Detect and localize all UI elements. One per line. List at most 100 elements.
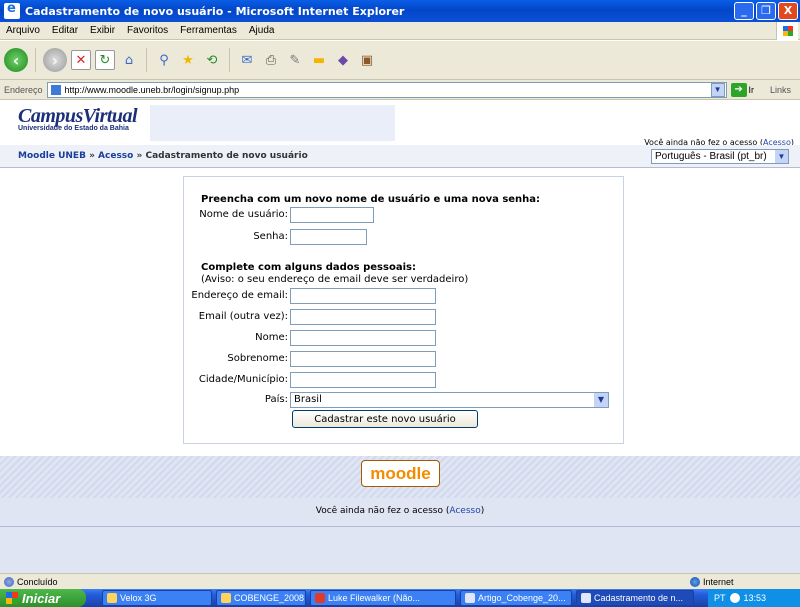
navigation-bar: Moodle UNEB » Acesso » Cadastramento de … [0,145,800,168]
messenger-icon[interactable]: ◆ [333,50,353,70]
windows-logo-icon [776,22,798,40]
status-bar: Concluído Internet [0,573,800,589]
signup-form: Preencha com um novo nome de usuário e u… [183,176,624,444]
email-confirm-label: Email (outra vez): [198,311,288,322]
language-select[interactable]: Português - Brasil (pt_br) ▼ [651,149,789,164]
forward-icon[interactable]: › [43,48,67,72]
address-label: Endereço [4,84,43,95]
footer-text: Você ainda não fez o acesso ( [315,506,450,516]
browser-toolbar: ‹ › ✕ ↻ ⌂ ⚲ ★ ⟲ ✉ ⎙ ✎ ▬ ◆ ▣ [0,41,800,80]
filewalker-icon [315,593,325,603]
address-dropdown-icon[interactable]: ▼ [710,82,725,97]
start-button[interactable]: Iniciar [0,589,86,607]
site-header: CampusVirtual Universidade do Estado da … [0,101,800,169]
page-done-icon [4,576,14,587]
breadcrumb-home[interactable]: Moodle UNEB [18,151,86,161]
menu-item-ferramentas[interactable]: Ferramentas [180,25,237,36]
menu-item-editar[interactable]: Editar [52,25,78,36]
close-button[interactable]: X [778,2,798,20]
chevron-down-icon: ▼ [594,393,608,407]
section-credentials-title: Preencha com um novo nome de usuário e u… [201,194,541,205]
address-url: http://www.moodle.uneb.br/login/signup.p… [64,84,240,95]
security-zone: Internet [690,576,734,587]
favorites-star-icon[interactable]: ★ [178,50,198,70]
window-title: Cadastramento de novo usuário - Microsof… [25,4,405,18]
search-icon[interactable]: ⚲ [154,50,174,70]
city-input[interactable] [290,372,436,388]
city-label: Cidade/Município: [198,374,288,385]
footer-login-info: Você ainda não fez o acesso (Acesso) [0,506,800,516]
toolbar-separator [229,48,230,72]
window-titlebar: Cadastramento de novo usuário - Microsof… [0,0,800,22]
menu-item-favoritos[interactable]: Favoritos [127,25,168,36]
task-label: Cadastramento de n... [594,593,684,603]
submit-signup-button[interactable]: Cadastrar este novo usuário [292,410,478,428]
taskbar-item-cadastramento[interactable]: Cadastramento de n... [576,590,694,606]
username-input[interactable] [290,207,374,223]
zone-text: Internet [703,576,734,587]
footer-divider [0,526,800,527]
history-icon[interactable]: ⟲ [202,50,222,70]
language-indicator[interactable]: PT [714,593,726,603]
address-input[interactable]: http://www.moodle.uneb.br/login/signup.p… [46,81,727,98]
country-value: Brasil [294,394,322,405]
maximize-button[interactable]: ❐ [756,2,776,20]
task-label: Velox 3G [120,593,157,603]
internet-zone-icon [690,576,700,587]
lastname-label: Sobrenome: [227,353,288,364]
breadcrumb-separator: » [89,151,95,161]
email-confirm-input[interactable] [290,309,436,325]
links-button[interactable]: Links [770,85,791,95]
taskbar-item-filewalker[interactable]: Luke Filewalker (Não... [310,590,456,606]
menu-item-ajuda[interactable]: Ajuda [249,25,275,36]
stop-icon[interactable]: ✕ [71,50,91,70]
breadcrumb-separator: » [136,151,143,161]
folder-icon [221,593,231,603]
footer-login-link[interactable]: Acesso [449,506,480,516]
header-banner [150,105,395,141]
firstname-input[interactable] [290,330,436,346]
task-label: Artigo_Cobenge_20... [478,593,566,603]
network-icon[interactable] [729,593,740,603]
windows-taskbar: Iniciar Velox 3G COBENGE_2008 Luke Filew… [0,589,800,607]
country-select[interactable]: Brasil ▼ [290,392,609,408]
back-icon[interactable]: ‹ [4,48,28,72]
status-text: Concluído [17,576,58,587]
lastname-input[interactable] [290,351,436,367]
refresh-icon[interactable]: ↻ [95,50,115,70]
start-label: Iniciar [22,590,61,606]
firstname-label: Nome: [255,332,288,343]
word-document-icon [465,593,475,603]
menu-item-arquivo[interactable]: Arquivo [6,25,40,36]
taskbar-item-cobenge[interactable]: COBENGE_2008 [216,590,306,606]
mail-icon[interactable]: ✉ [237,50,257,70]
language-value: Português - Brasil (pt_br) [655,151,767,162]
campus-virtual-logo[interactable]: CampusVirtual Universidade do Estado da … [18,105,150,145]
research-icon[interactable]: ▣ [357,50,377,70]
folder-icon[interactable]: ▬ [309,50,329,70]
task-label: COBENGE_2008 [234,593,305,603]
go-arrow-icon: ➔ [730,82,747,97]
breadcrumb-access[interactable]: Acesso [98,151,133,161]
taskbar-item-velox[interactable]: Velox 3G [102,590,212,606]
email-input[interactable] [290,288,436,304]
go-button[interactable]: ➔ Ir [730,82,755,97]
print-icon[interactable]: ⎙ [261,50,281,70]
home-icon[interactable]: ⌂ [119,50,139,70]
breadcrumb: Moodle UNEB » Acesso » Cadastramento de … [18,151,308,161]
go-label: Ir [748,84,755,95]
edit-icon[interactable]: ✎ [285,50,305,70]
breadcrumb-current: Cadastramento de novo usuário [145,151,308,161]
minimize-button[interactable]: _ [734,2,754,20]
task-label: Luke Filewalker (Não... [328,593,421,603]
country-label: País: [264,394,288,405]
taskbar-item-artigo[interactable]: Artigo_Cobenge_20... [460,590,572,606]
chevron-down-icon: ▼ [775,150,788,163]
password-input[interactable] [290,229,367,245]
clock: 13:53 [743,593,767,603]
menu-item-exibir[interactable]: Exibir [90,25,115,36]
moodle-logo[interactable]: moodle [361,460,440,487]
page-footer: moodle Você ainda não fez o acesso (Aces… [0,456,800,573]
internet-explorer-icon [581,593,591,603]
menu-bar: Arquivo Editar Exibir Favoritos Ferramen… [0,22,800,40]
